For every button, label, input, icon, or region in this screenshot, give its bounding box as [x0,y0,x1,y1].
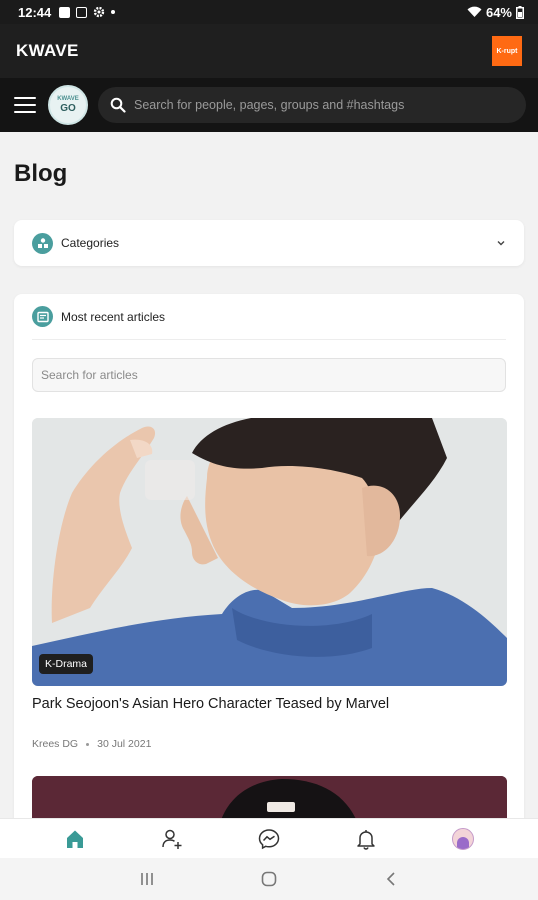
article-title[interactable]: Park Seojoon's Asian Hero Character Teas… [32,696,506,712]
status-right: 64% [467,5,524,20]
global-search-placeholder: Search for people, pages, groups and #ha… [134,98,405,112]
categories-label: Categories [61,236,120,250]
next-article-thumbnail[interactable] [32,776,507,818]
page-title: Blog [14,160,68,187]
recents-button[interactable] [132,864,162,894]
messenger-icon [258,828,280,849]
home-button[interactable] [254,864,284,894]
app-bar: KWAVE K-rupt [0,24,538,78]
recent-articles-label: Most recent articles [61,309,166,324]
back-button[interactable] [376,864,406,894]
status-bar: 12:44 64% [0,0,538,24]
home-icon [66,830,83,848]
next-article-photo [32,776,507,818]
bottom-navigation [0,818,538,858]
articles-icon [32,306,53,327]
profile-avatar [452,827,475,850]
categories-icon [32,232,53,254]
article-search-box [32,358,506,392]
kwave-go-logo[interactable]: KWAVE GO [48,85,88,125]
add-friend-icon [162,829,182,849]
article-meta: Krees DG 30 Jul 2021 [32,738,506,750]
search-row: KWAVE GO Search for people, pages, group… [0,78,538,132]
nav-messages[interactable] [247,821,291,857]
app-title: KWAVE [16,41,79,60]
nav-notifications[interactable] [344,821,388,857]
back-icon [386,872,395,886]
logo-text-top: KWAVE [57,96,79,102]
article-date: 30 Jul 2021 [97,738,152,750]
status-time: 12:44 [18,4,52,20]
article-category-tag[interactable]: K-Drama [39,654,94,674]
dot-icon [111,10,116,14]
gallery-icon [59,6,71,18]
sim-icon [76,6,88,18]
battery-icon [516,5,524,19]
recents-icon [141,873,153,885]
meta-separator [86,742,90,746]
home-circle-icon [261,871,277,887]
article-author[interactable]: Krees DG [32,738,78,750]
article-search-input[interactable] [41,368,497,382]
battery-percent: 64% [485,4,512,20]
article-photo [32,418,507,686]
hamburger-menu-icon[interactable] [14,97,36,113]
status-icons [59,6,116,18]
nav-profile[interactable] [441,821,485,857]
promo-button[interactable]: K-rupt [492,36,522,66]
wifi-icon [467,6,482,18]
recent-articles-header: Most recent articles [32,294,506,340]
nav-home[interactable] [53,821,97,857]
system-navigation [0,858,538,900]
search-icon [110,97,126,113]
global-search-input[interactable]: Search for people, pages, groups and #ha… [98,87,526,123]
main-content: Blog Categories Most recent articles Sea… [0,132,538,818]
article-thumbnail[interactable]: K-Drama [32,418,507,686]
nav-friends[interactable] [150,821,194,857]
categories-dropdown[interactable]: Categories [14,220,524,266]
recent-articles-card: Most recent articles K-Drama Park Seojoo… [14,294,524,818]
logo-text-bottom: GO [60,103,76,114]
notifications-icon [357,829,375,850]
settings-icon [94,6,105,18]
chevron-down-icon [497,241,505,246]
